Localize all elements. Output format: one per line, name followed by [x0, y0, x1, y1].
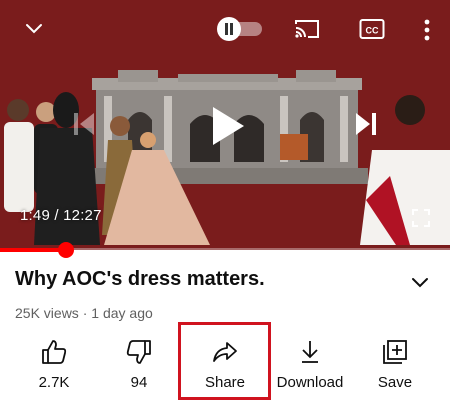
- skip-next-icon: [356, 113, 376, 135]
- playlist-add-icon: [383, 340, 407, 364]
- play-button[interactable]: [206, 102, 250, 150]
- save-button[interactable]: Save: [351, 328, 439, 400]
- thumbs-down-icon: [126, 340, 151, 364]
- cast-icon: [295, 20, 319, 38]
- more-vert-icon: [424, 19, 430, 41]
- fullscreen-button[interactable]: [410, 207, 432, 229]
- minimize-player-button[interactable]: [20, 18, 48, 40]
- chevron-down-icon: [412, 278, 428, 288]
- progress-bar[interactable]: [0, 242, 450, 258]
- like-count: 2.7K: [38, 374, 70, 391]
- next-video-button[interactable]: [350, 108, 382, 140]
- share-highlight-box: [178, 322, 271, 400]
- thumbs-up-icon: [42, 340, 67, 364]
- download-button[interactable]: Download: [266, 328, 354, 400]
- dislike-count: 94: [130, 374, 148, 391]
- captions-button[interactable]: CC: [358, 17, 386, 41]
- total-time: 12:27: [63, 207, 102, 224]
- time-separator: /: [50, 207, 64, 224]
- current-time: 1:49: [20, 207, 50, 224]
- chevron-down-icon: [26, 24, 42, 34]
- cast-button[interactable]: [292, 16, 322, 42]
- save-label: Save: [377, 374, 413, 391]
- download-label: Download: [276, 374, 344, 391]
- skip-previous-icon: [74, 113, 94, 135]
- video-metadata: 25K views · 1 day ago: [15, 305, 153, 321]
- fullscreen-icon: [412, 209, 430, 227]
- download-icon: [302, 341, 318, 363]
- view-count: 25K views: [15, 305, 79, 321]
- autoplay-toggle[interactable]: [216, 16, 264, 42]
- playback-time: 1:49 / 12:27: [20, 207, 102, 224]
- dislike-button[interactable]: 94: [95, 328, 183, 400]
- meta-separator: ·: [78, 305, 92, 321]
- video-player[interactable]: CC 1:49 / 12:27: [0, 0, 450, 250]
- progress-played: [0, 248, 66, 252]
- more-options-button[interactable]: [418, 16, 436, 44]
- play-icon: [213, 107, 244, 145]
- video-title[interactable]: Why AOC's dress matters.: [15, 268, 265, 291]
- progress-scrubber[interactable]: [57, 242, 74, 258]
- like-button[interactable]: 2.7K: [10, 328, 98, 400]
- previous-video-button[interactable]: [68, 108, 100, 140]
- upload-age: 1 day ago: [91, 305, 153, 321]
- captions-label: CC: [366, 26, 379, 36]
- closed-captions-icon: CC: [359, 19, 385, 39]
- expand-description-button[interactable]: [405, 270, 435, 296]
